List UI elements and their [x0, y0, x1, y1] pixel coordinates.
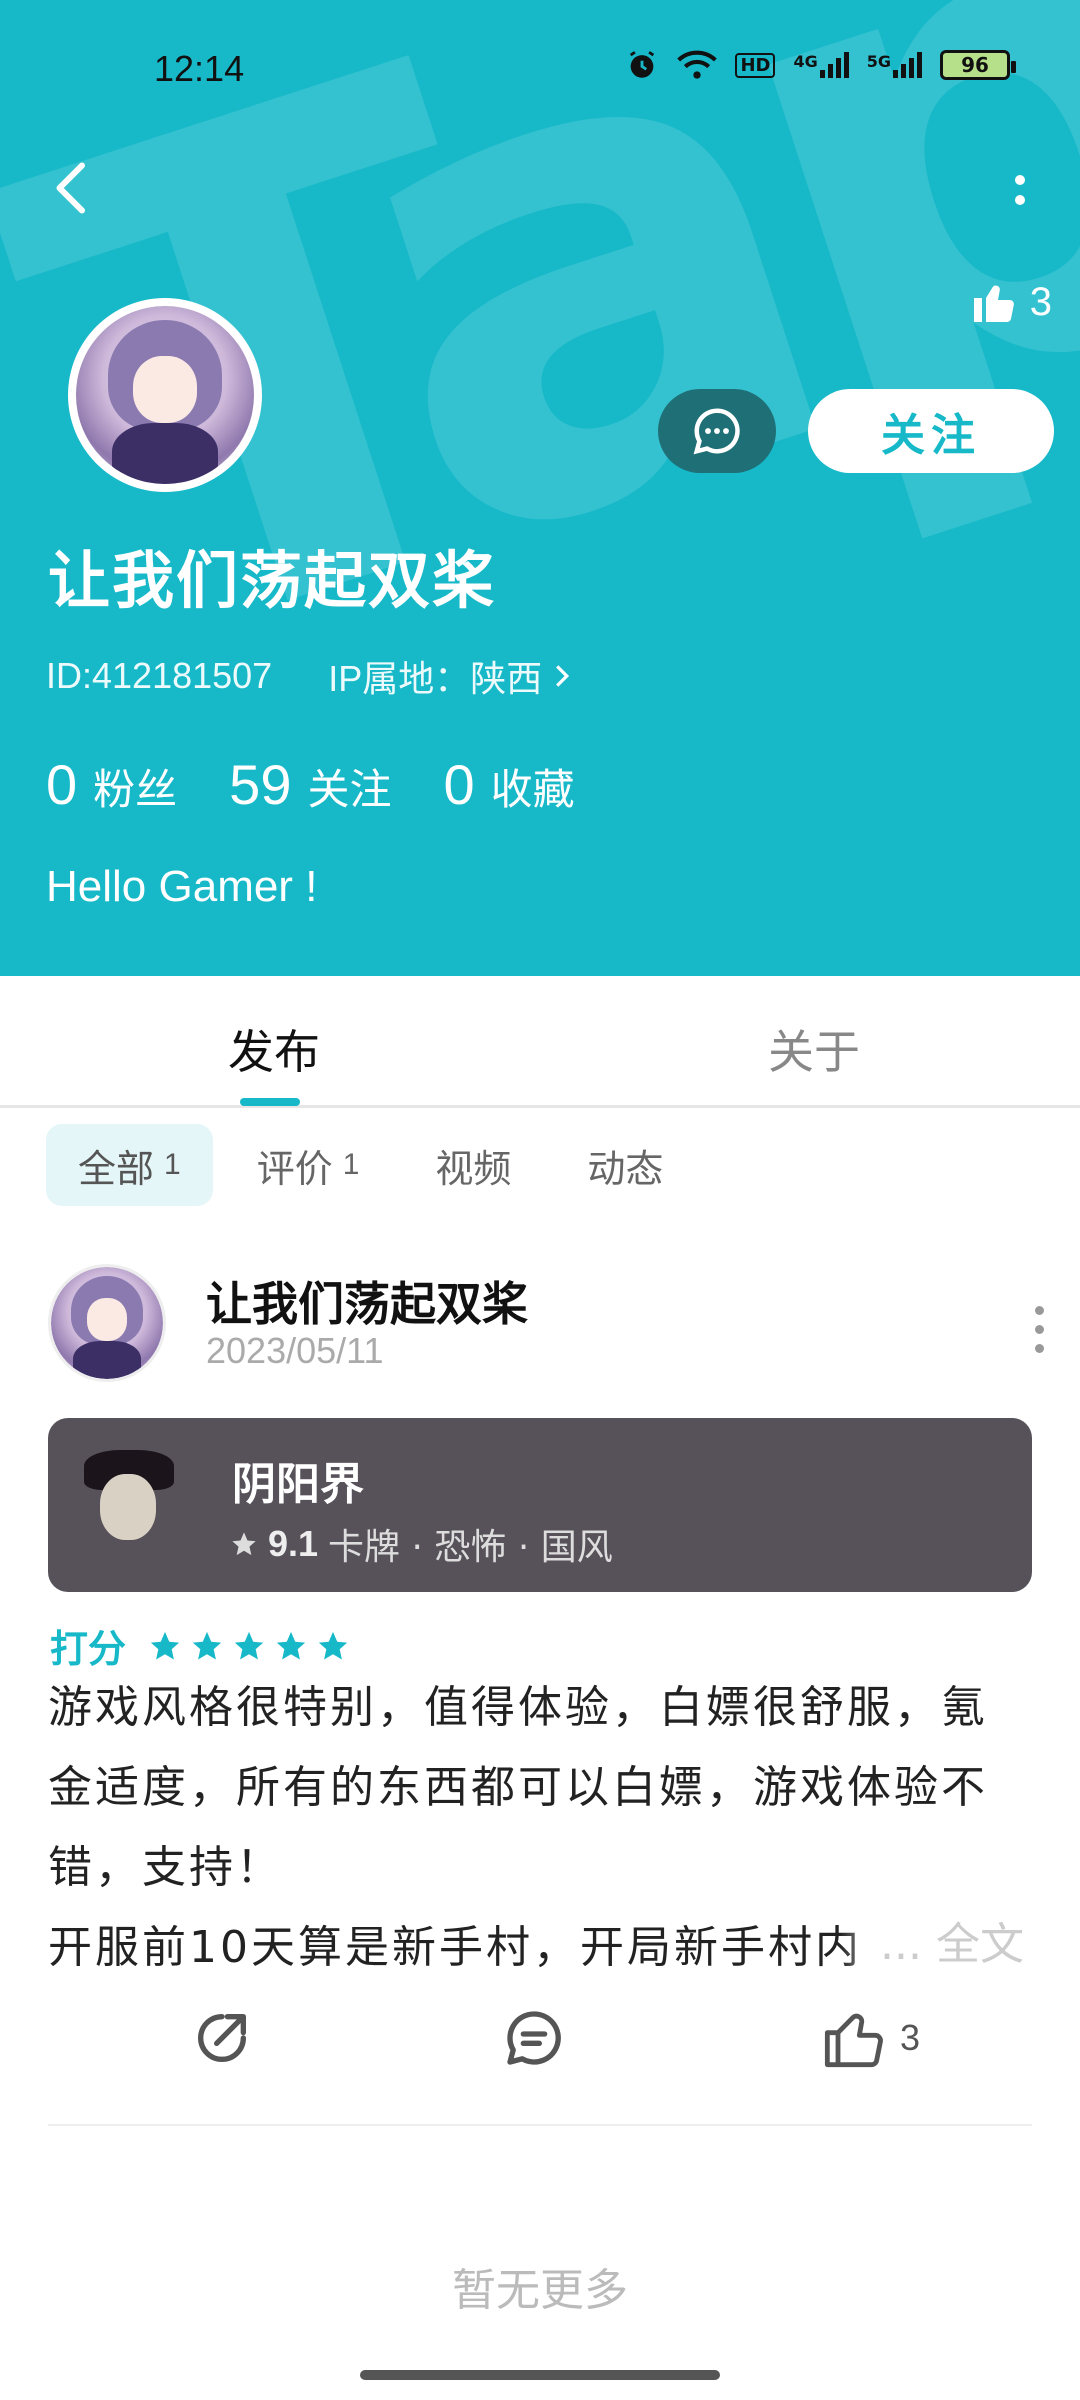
game-meta: 9.1 卡牌 · 恐怖 · 国风 — [230, 1518, 613, 1570]
user-stats: 0 粉丝 59 关注 0 收藏 — [46, 752, 627, 817]
likes-count: 3 — [1029, 279, 1052, 324]
status-icons: HD 4G 5G 96 — [625, 48, 1016, 82]
no-more-text: 暂无更多 — [452, 2265, 628, 2316]
user-nickname: 让我们荡起双桨 — [48, 544, 497, 617]
game-icon — [70, 1440, 190, 1560]
game-score: 9.1 — [268, 1523, 319, 1564]
follow-button[interactable]: 关注 — [808, 389, 1054, 473]
rating-star-icon — [318, 1631, 348, 1659]
like-button[interactable]: 3 — [822, 2006, 920, 2070]
rating-star-icon — [234, 1631, 264, 1659]
ip-location: IP属地：陕西 — [328, 658, 543, 699]
rating-label: 打分 — [50, 1627, 127, 1671]
filter-reviews[interactable]: 评价 1 — [225, 1124, 392, 1206]
user-bio: Hello Gamer ! — [46, 862, 318, 911]
ip-location-link[interactable]: IP属地：陕西 — [328, 650, 570, 702]
stat-fans[interactable]: 0 粉丝 — [46, 752, 177, 817]
post-rating: 打分 — [50, 1618, 350, 1673]
filter-all[interactable]: 全部 1 — [46, 1124, 213, 1206]
thumbs-up-icon — [973, 285, 1014, 323]
user-id: ID:412181507 — [46, 655, 273, 696]
more-options-button[interactable] — [990, 160, 1050, 220]
back-button[interactable] — [40, 158, 100, 218]
chat-bubble-icon — [693, 408, 740, 455]
filter-chips: 全部 1 评价 1 视频 动态 — [46, 1124, 707, 1206]
rating-star-icon — [276, 1631, 306, 1659]
wifi-icon — [677, 50, 718, 80]
review-line: 游戏风格很特别，值得体验，白嫖很舒服，氪 — [48, 1682, 988, 1733]
tab-about[interactable]: 关于 — [768, 1016, 860, 1082]
stat-favorites[interactable]: 0 收藏 — [443, 752, 574, 817]
profile-likes: 3 — [970, 278, 1052, 326]
read-more-link[interactable]: ... 全文 — [840, 1908, 1024, 1972]
like-count: 3 — [900, 2017, 921, 2058]
battery-icon: 96 — [940, 50, 1016, 80]
share-button[interactable] — [190, 2006, 254, 2070]
thumbs-up-icon — [824, 2013, 883, 2068]
game-tags: 卡牌 · 恐怖 · 国风 — [328, 1527, 613, 1568]
user-id-line: ID:412181507 IP属地：陕西 — [46, 650, 570, 702]
tab-publish[interactable]: 发布 — [228, 1016, 320, 1082]
alarm-icon — [625, 48, 659, 82]
game-name: 阴阳界 — [232, 1459, 364, 1510]
post-more-button[interactable] — [1035, 1306, 1044, 1353]
avatar[interactable] — [68, 298, 262, 492]
chevron-left-icon — [56, 162, 85, 214]
profile-header: TapT 12:14 HD 4G 5G 96 3 关注 让我们荡起双桨 ID:4… — [0, 0, 1080, 976]
rating-stars — [148, 1629, 350, 1663]
comment-button[interactable] — [502, 2006, 566, 2070]
review-line: 金适度，所有的东西都可以白嫖，游戏体验不 — [48, 1762, 988, 1813]
tab-indicator — [240, 1098, 300, 1106]
profile-tabs: 发布 关于 — [0, 976, 1080, 1108]
stat-following[interactable]: 59 关注 — [229, 752, 391, 817]
message-button[interactable] — [658, 389, 776, 473]
post-date: 2023/05/11 — [206, 1330, 384, 1371]
star-icon — [232, 1532, 256, 1556]
comment-icon — [507, 2011, 561, 2065]
post-author-avatar[interactable] — [48, 1264, 166, 1382]
chevron-right-icon — [556, 665, 570, 687]
review-line: 错，支持！ — [48, 1842, 283, 1893]
share-icon — [198, 2014, 246, 2062]
hd-icon: HD — [735, 52, 776, 78]
post-actions: 3 — [0, 2006, 1080, 2096]
status-time: 12:14 — [154, 48, 245, 89]
home-indicator[interactable] — [360, 2370, 720, 2380]
avatar-image — [76, 306, 254, 484]
rating-star-icon — [192, 1631, 222, 1659]
game-card[interactable]: 阴阳界 9.1 卡牌 · 恐怖 · 国风 — [48, 1418, 1032, 1592]
filter-videos[interactable]: 视频 — [403, 1124, 543, 1206]
signal-5g-icon: 5G — [867, 52, 922, 78]
status-bar: 12:14 HD 4G 5G 96 — [0, 0, 1080, 130]
signal-4g-icon: 4G — [793, 52, 849, 78]
profile-page: TapT 12:14 HD 4G 5G 96 3 关注 让我们荡起双桨 ID:4… — [0, 0, 1080, 2400]
post-author-name[interactable]: 让我们荡起双桨 — [206, 1268, 528, 1334]
divider — [48, 2124, 1032, 2126]
rating-star-icon — [150, 1631, 180, 1659]
filter-moments[interactable]: 动态 — [555, 1124, 695, 1206]
